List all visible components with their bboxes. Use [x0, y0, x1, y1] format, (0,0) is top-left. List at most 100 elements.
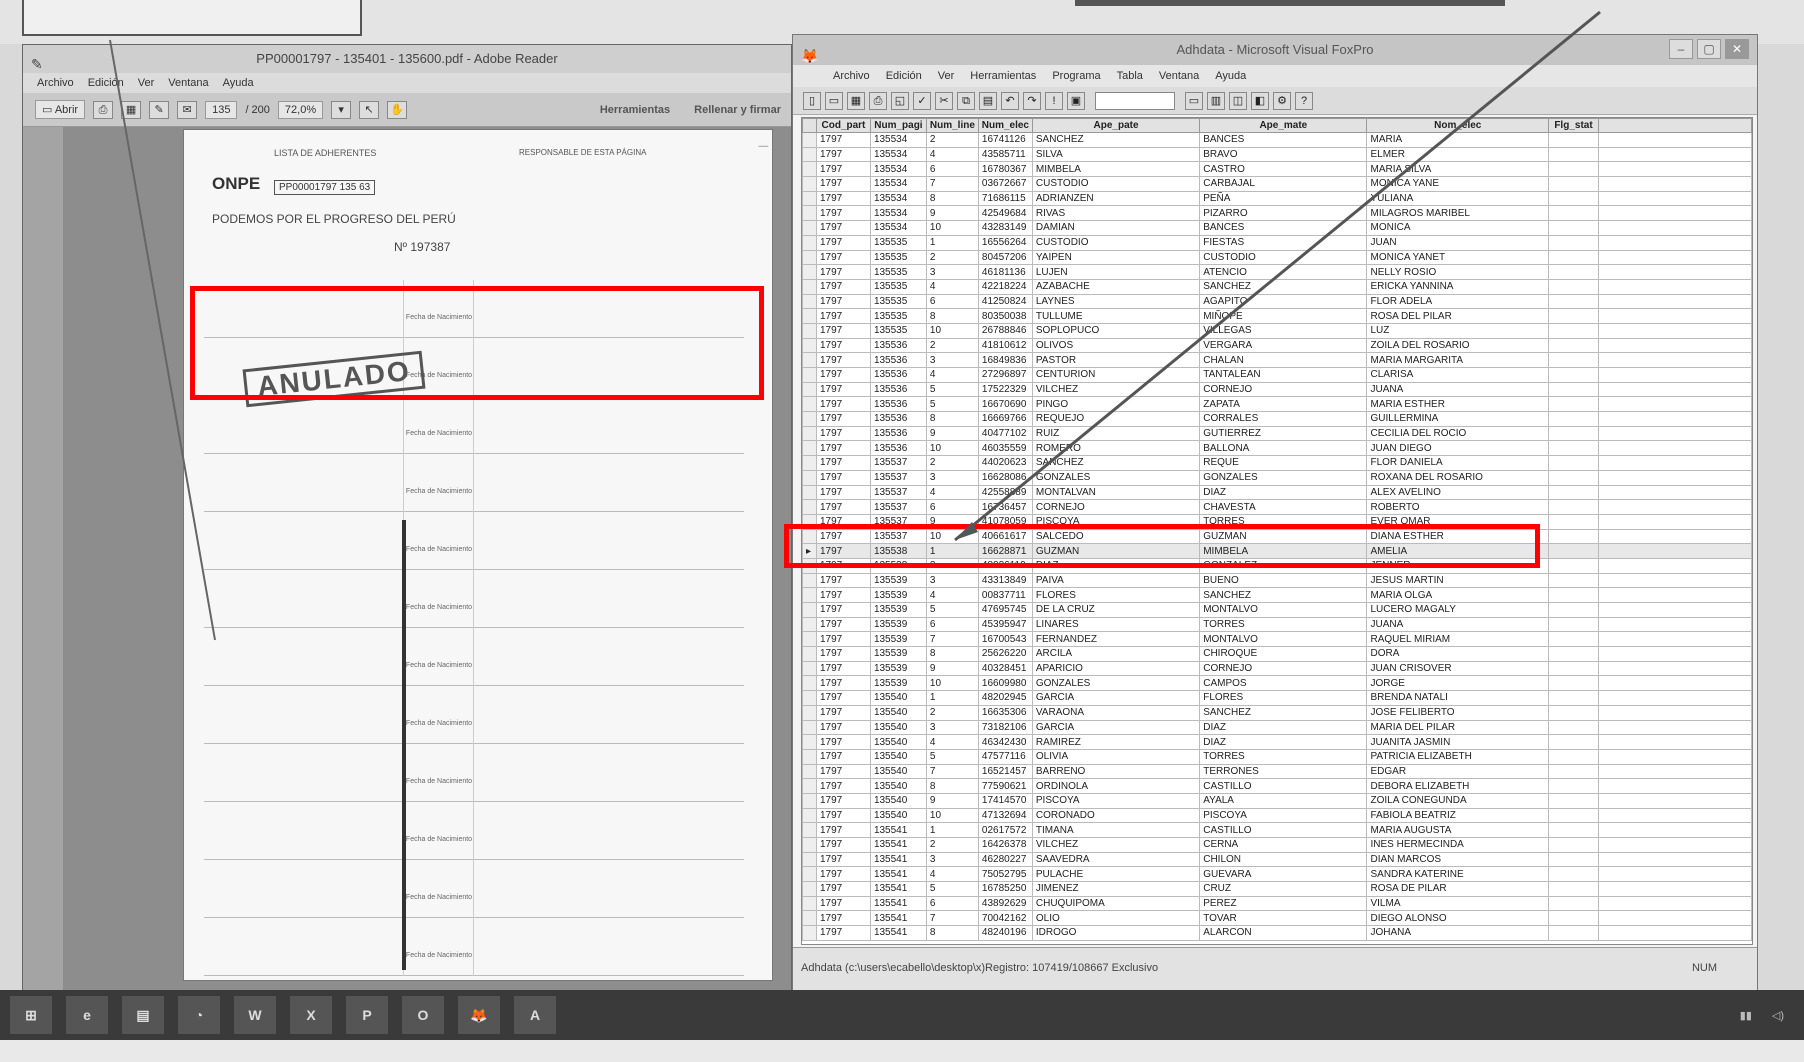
table-cell[interactable]: 1797: [815, 469, 871, 486]
table-row[interactable]: 1797 135541 2 16426378 VILCHEZ CERNA INES HERM…: [802, 837, 1752, 853]
table-cell[interactable]: TIMANA: [1031, 822, 1201, 838]
table-cell[interactable]: 1797: [815, 176, 871, 192]
row-selector[interactable]: [802, 763, 817, 780]
cut-icon[interactable]: ✂: [935, 91, 953, 110]
table-cell[interactable]: 8: [925, 190, 979, 207]
table-cell[interactable]: ZAPATA: [1199, 396, 1368, 413]
table-cell[interactable]: 16426378: [977, 837, 1033, 853]
table-cell[interactable]: 46342430: [977, 734, 1033, 750]
table-cell[interactable]: 135540: [869, 690, 927, 706]
table-cell[interactable]: EDGAR: [1366, 763, 1550, 780]
table-cell[interactable]: 16556264: [977, 234, 1033, 251]
table-cell[interactable]: 47132694: [977, 807, 1033, 824]
table-cell[interactable]: 135539: [869, 631, 927, 648]
reader-menu-edicion[interactable]: Edición: [88, 73, 124, 93]
table-row[interactable]: 1797 135536 9 40477102 RUIZ GUTIERREZ CECILIA …: [802, 425, 1752, 442]
table-cell[interactable]: 46035559: [977, 440, 1033, 457]
row-selector[interactable]: [802, 807, 817, 824]
row-selector[interactable]: [802, 631, 817, 648]
table-row[interactable]: 1797 135540 4 46342430 RAMIREZ DIAZ JUANITA JA…: [802, 734, 1752, 750]
table-cell[interactable]: MONTALVAN: [1031, 484, 1201, 501]
fox-menu-ayuda[interactable]: Ayuda: [1215, 65, 1246, 87]
modify-icon[interactable]: ▣: [1067, 91, 1085, 110]
table-cell[interactable]: GONZALES: [1199, 469, 1368, 486]
table-cell[interactable]: 1797: [815, 822, 871, 838]
table-row[interactable]: 1797 135536 2 41810612 OLIVOS VERGARA ZOILA DE…: [802, 337, 1752, 354]
table-cell[interactable]: SANCHEZ: [1031, 455, 1201, 471]
run-icon[interactable]: !: [1045, 91, 1063, 110]
fox-menu-ver[interactable]: Ver: [938, 65, 955, 87]
row-selector[interactable]: [802, 748, 817, 765]
table-cell[interactable]: 1797: [815, 293, 871, 310]
table-row[interactable]: 1797 135541 5 16785250 JIMENEZ CRUZ ROSA DE PI…: [802, 881, 1752, 897]
table-cell[interactable]: [1548, 513, 1599, 530]
table-cell[interactable]: MONICA YANET: [1366, 249, 1550, 266]
fill-sign-button[interactable]: Rellenar y firmar: [694, 104, 781, 116]
table-cell[interactable]: 3: [925, 352, 979, 368]
row-selector[interactable]: [802, 704, 817, 721]
table-cell[interactable]: CLARISA: [1366, 367, 1550, 383]
table-cell[interactable]: 1797: [815, 425, 871, 442]
table-row[interactable]: 1797 135534 7 03672667 CUSTODIO CARBAJAL MONIC…: [802, 176, 1752, 192]
table-row[interactable]: 1797 135540 10 47132694 CORONADO PISCOYA FABIO…: [802, 807, 1752, 824]
table-row[interactable]: 1797 135539 5 47695745 DE LA CRUZ MONTALVO LUC…: [802, 602, 1752, 618]
table-cell[interactable]: JORGE: [1366, 675, 1550, 692]
table-cell[interactable]: 135534: [869, 220, 927, 236]
table-cell[interactable]: 5: [925, 396, 979, 413]
table-cell[interactable]: 9: [925, 425, 979, 442]
table-row[interactable]: 1797 135539 7 16700543 FERNANDEZ MONTALVO RAQU…: [802, 631, 1752, 648]
row-selector[interactable]: [802, 895, 817, 912]
table-cell[interactable]: 46181136: [977, 264, 1033, 280]
table-cell[interactable]: [1548, 572, 1599, 589]
table-cell[interactable]: 1: [925, 690, 979, 706]
table-cell[interactable]: 135535: [869, 293, 927, 310]
table-cell[interactable]: 10: [925, 220, 979, 236]
table-cell[interactable]: [1548, 499, 1599, 515]
table-cell[interactable]: BALLONA: [1199, 440, 1368, 457]
table-cell[interactable]: LUZ: [1366, 322, 1550, 339]
table-cell[interactable]: 3: [925, 572, 979, 589]
maximize-icon[interactable]: ▢: [1697, 39, 1721, 59]
powerpoint-icon[interactable]: P: [346, 996, 388, 1034]
table-row[interactable]: 1797 135541 4 75052795 PULACHE GUEVARA SANDRA …: [802, 866, 1752, 883]
table-cell[interactable]: 16849836: [977, 352, 1033, 368]
table-cell[interactable]: [1548, 675, 1599, 692]
table-cell[interactable]: CRUZ: [1199, 881, 1368, 897]
table-cell[interactable]: CHALAN: [1199, 352, 1368, 368]
row-selector[interactable]: [802, 264, 817, 280]
table-cell[interactable]: 135539: [869, 587, 927, 603]
table-cell[interactable]: [1548, 704, 1599, 721]
row-selector[interactable]: [802, 837, 817, 853]
table-cell[interactable]: BRAVO: [1199, 146, 1368, 163]
table-cell[interactable]: CUSTODIO: [1031, 234, 1201, 251]
table-cell[interactable]: JUANA: [1366, 381, 1550, 398]
table-cell[interactable]: 135539: [869, 675, 927, 692]
table-cell[interactable]: 135541: [869, 925, 927, 941]
column-header-ape-mate[interactable]: Ape_mate: [1199, 118, 1368, 133]
table-cell[interactable]: DIAN MARCOS: [1366, 851, 1550, 868]
table-cell[interactable]: CORNEJO: [1199, 381, 1368, 398]
column-header-nom-elec[interactable]: Nom_elec: [1366, 118, 1550, 133]
table-row[interactable]: 1797 135536 3 16849836 PASTOR CHALAN MARIA MAR…: [802, 352, 1752, 368]
row-selector[interactable]: [802, 616, 817, 633]
table-cell[interactable]: 40328451: [977, 660, 1033, 677]
table-cell[interactable]: 16628086: [977, 469, 1033, 486]
table-cell[interactable]: 41250824: [977, 293, 1033, 310]
close-icon[interactable]: ✕: [1725, 39, 1749, 59]
table-cell[interactable]: MARIA OLGA: [1366, 587, 1550, 603]
table-cell[interactable]: 1797: [815, 278, 871, 295]
column-header-cod-part[interactable]: Cod_part: [815, 118, 871, 133]
table-cell[interactable]: 135540: [869, 704, 927, 721]
table-cell[interactable]: [1548, 396, 1599, 413]
table-cell[interactable]: 16741126: [977, 132, 1033, 148]
table-cell[interactable]: 135534: [869, 190, 927, 207]
table-cell[interactable]: 02617572: [977, 822, 1033, 838]
copy-icon[interactable]: ⧉: [957, 91, 975, 110]
table-cell[interactable]: 16669766: [977, 411, 1033, 427]
table-cell[interactable]: 5: [925, 381, 979, 398]
table-cell[interactable]: PISCOYA: [1199, 807, 1368, 824]
fox-menu-herramientas[interactable]: Herramientas: [970, 65, 1036, 87]
table-cell[interactable]: 135537: [869, 499, 927, 515]
table-cell[interactable]: GARCIA: [1031, 719, 1201, 736]
table-cell[interactable]: 135541: [869, 822, 927, 838]
